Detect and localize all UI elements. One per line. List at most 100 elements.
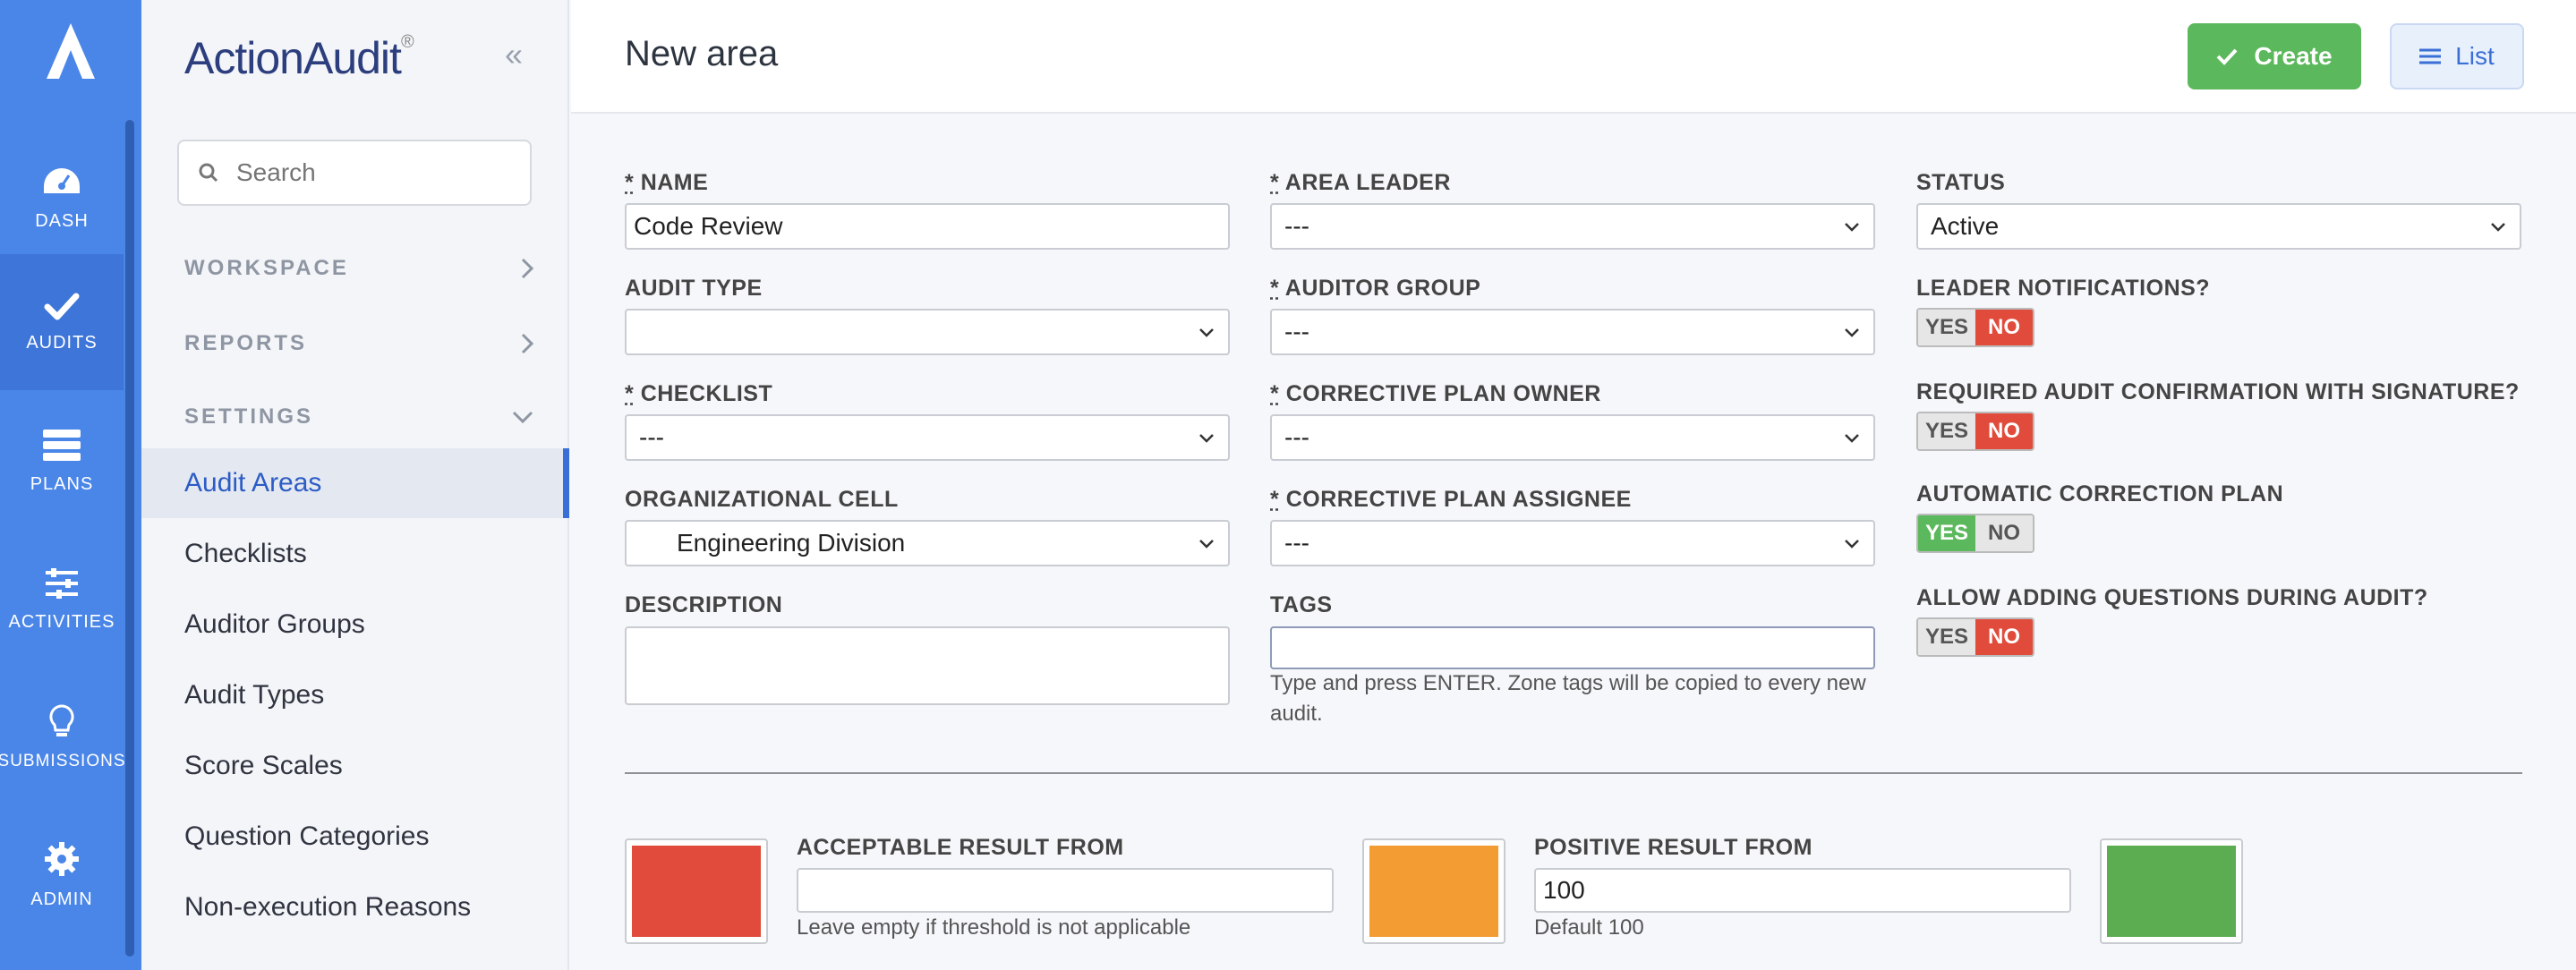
automatic-correction-label: AUTOMATIC CORRECTION PLAN [1916,481,2284,506]
acceptable-result-input[interactable] [797,868,1334,913]
chevron-down-icon [1845,328,1859,337]
rail-item-audits[interactable]: AUDITS [0,254,124,390]
page-header: New area Create List [571,0,2576,114]
chevron-down-icon [1845,223,1859,232]
rail-item-dash[interactable]: DASH [0,131,124,267]
create-label: Create [2254,42,2333,70]
nav-link-score-scales[interactable]: Score Scales [141,731,569,801]
name-input[interactable]: Code Review [625,203,1230,250]
rail-item-submissions[interactable]: SUBMISSIONS [0,669,126,805]
list-button[interactable]: List [2390,23,2524,89]
page-title: New area [625,34,779,73]
nav-link-audit-types[interactable]: Audit Types [141,660,569,730]
sliders-icon [46,567,78,599]
lightbulb-icon [49,704,74,736]
chevron-down-icon [1199,540,1214,549]
toggle-yes[interactable]: YES [1918,515,1975,551]
org-cell-select[interactable]: Engineering Division [625,520,1230,566]
status-select[interactable]: Active [1916,203,2521,250]
nav-link-audit-areas[interactable]: Audit Areas [141,448,569,518]
select-value: Active [1931,212,2000,240]
toggle-no[interactable]: NO [1975,413,2033,449]
name-label: * NAME [625,170,709,195]
allow-questions-toggle[interactable]: YES NO [1916,617,2034,657]
nav-link-checklists[interactable]: Checklists [141,519,569,589]
checklist-select[interactable]: --- [625,414,1230,461]
chevron-down-icon [1199,328,1214,337]
positive-result-help: Default 100 [1534,915,1644,940]
tags-input[interactable] [1270,626,1875,669]
chevron-down-icon [1845,434,1859,443]
search-icon [199,163,218,183]
collapse-sidebar-icon[interactable]: « [505,36,523,73]
list-label: List [2455,42,2495,70]
toggle-no[interactable]: NO [1975,619,2033,655]
toggle-yes[interactable]: YES [1918,310,1975,345]
section-label: SETTINGS [184,404,314,429]
chevron-down-icon [1845,540,1859,549]
tags-help: Type and press ENTER. Zone tags will be … [1270,671,1866,726]
corrective-plan-owner-select[interactable]: --- [1270,414,1875,461]
rail-label: AUDITS [26,332,98,353]
list-icon [2419,48,2442,64]
brand-logo: ActionAudit® [184,32,414,83]
plans-icon [43,429,81,461]
toggle-yes[interactable]: YES [1918,619,1975,655]
description-textarea[interactable] [625,626,1230,705]
nav-link-auditor-groups[interactable]: Auditor Groups [141,590,569,659]
acceptable-result-help: Leave empty if threshold is not applicab… [797,915,1191,940]
select-value: --- [1284,318,1309,345]
positive-color-swatch [2107,846,2236,937]
icon-rail: DASH AUDITS PLANS ACTIVITIES SUBMISSIONS… [0,0,141,970]
area-leader-label: * AREA LEADER [1270,170,1451,195]
required-confirmation-toggle[interactable]: YES NO [1916,412,2034,451]
corrective-plan-assignee-label: * CORRECTIVE PLAN ASSIGNEE [1270,487,1632,512]
search-box[interactable] [177,140,532,206]
leader-notifications-toggle[interactable]: YES NO [1916,308,2034,347]
bad-color-swatch [632,846,761,937]
chevron-right-icon [521,333,533,354]
acceptable-color-picker[interactable] [1362,838,1506,944]
gear-icon [45,841,79,876]
nav-link-question-categories[interactable]: Question Categories [141,802,569,872]
search-input[interactable] [236,158,505,187]
chevron-down-icon [512,411,533,423]
allow-questions-label: ALLOW ADDING QUESTIONS DURING AUDIT? [1916,585,2428,610]
description-label: DESCRIPTION [625,592,783,617]
toggle-no[interactable]: NO [1975,515,2033,551]
corrective-plan-assignee-select[interactable]: --- [1270,520,1875,566]
bad-color-picker[interactable] [625,838,768,944]
rail-item-activities[interactable]: ACTIVITIES [0,532,124,668]
rail-item-admin[interactable]: ADMIN [0,807,124,943]
status-label: STATUS [1916,170,2006,195]
rail-label: PLANS [30,473,94,494]
acceptable-color-swatch [1369,846,1498,937]
positive-result-label: POSITIVE RESULT FROM [1534,835,1813,860]
nav-link-non-execution-reasons[interactable]: Non-execution Reasons [141,872,569,942]
check-icon [2216,48,2238,65]
auditor-group-select[interactable]: --- [1270,309,1875,355]
select-value: Engineering Division [677,529,906,557]
nav-section-reports[interactable]: REPORTS [184,331,533,356]
select-value: --- [1284,423,1309,451]
nav-section-workspace[interactable]: WORKSPACE [184,256,533,281]
audit-type-select[interactable] [625,309,1230,355]
create-button[interactable]: Create [2188,23,2361,89]
toggle-yes[interactable]: YES [1918,413,1975,449]
toggle-no[interactable]: NO [1975,310,2033,345]
select-value: --- [639,423,664,451]
settings-sidebar: ActionAudit® « WORKSPACE REPORTS SETTING… [141,0,569,970]
rail-label: SUBMISSIONS [0,752,126,770]
positive-result-input[interactable]: 100 [1534,868,2071,913]
automatic-correction-toggle[interactable]: YES NO [1916,514,2034,553]
nav-section-settings[interactable]: SETTINGS [184,404,533,430]
required-confirmation-label: REQUIRED AUDIT CONFIRMATION WITH SIGNATU… [1916,379,2520,404]
org-cell-label: ORGANIZATIONAL CELL [625,487,899,512]
rail-item-plans[interactable]: PLANS [0,394,124,530]
check-icon [44,293,80,319]
app-logo-icon[interactable] [0,20,141,91]
area-leader-select[interactable]: --- [1270,203,1875,250]
positive-color-picker[interactable] [2100,838,2243,944]
audit-type-label: AUDIT TYPE [625,276,763,301]
rail-scrollbar[interactable] [125,120,134,957]
